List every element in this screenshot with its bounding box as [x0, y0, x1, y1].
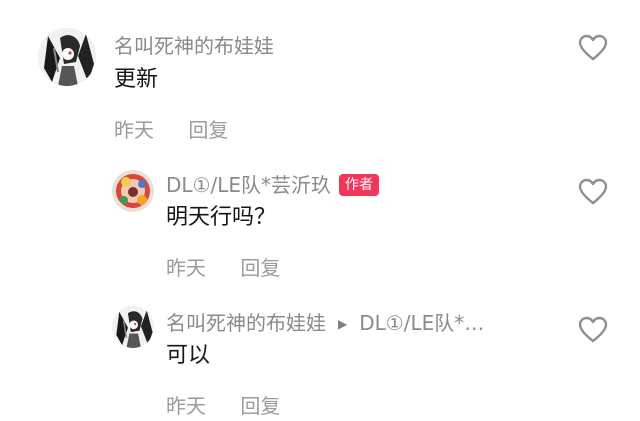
comment-meta: 昨天 回复 [114, 118, 228, 142]
comment-meta: 昨天 回复 [166, 256, 280, 280]
avatar[interactable] [112, 306, 154, 348]
avatar[interactable] [38, 28, 96, 86]
like-heart-icon[interactable] [578, 316, 608, 344]
comment-username: 名叫死神的布娃娃 ▶ DL①/LE队*… [166, 311, 484, 338]
anime-avatar-icon [112, 170, 154, 212]
author-badge: 作者 [339, 173, 379, 196]
reply-to-username[interactable]: DL①/LE队*… [359, 311, 484, 335]
comment-text: 明天行吗？ [166, 205, 277, 230]
like-heart-icon[interactable] [578, 178, 608, 206]
reply-button[interactable]: 回复 [240, 256, 280, 280]
like-heart-icon[interactable] [578, 34, 608, 62]
comment-text: 更新 [114, 67, 159, 92]
reply-username[interactable]: 名叫死神的布娃娃 [166, 311, 326, 335]
comment-time: 昨天 [114, 118, 154, 142]
anime-avatar-icon [112, 306, 154, 348]
comment-username[interactable]: 名叫死神的布娃娃 [114, 34, 274, 58]
reply-username[interactable]: DL①/LE队*芸沂玖 [166, 173, 331, 197]
comment-username: DL①/LE队*芸沂玖 作者 [166, 173, 379, 198]
reply-button[interactable]: 回复 [188, 118, 228, 142]
reply-arrow-icon: ▶ [338, 317, 348, 331]
comment-time: 昨天 [166, 256, 206, 280]
anime-avatar-icon [38, 28, 96, 86]
comment-time: 昨天 [166, 394, 206, 418]
comment-meta: 昨天 回复 [166, 394, 280, 418]
avatar[interactable] [112, 170, 154, 212]
comment-text: 可以 [166, 343, 211, 368]
reply-button[interactable]: 回复 [240, 394, 280, 418]
